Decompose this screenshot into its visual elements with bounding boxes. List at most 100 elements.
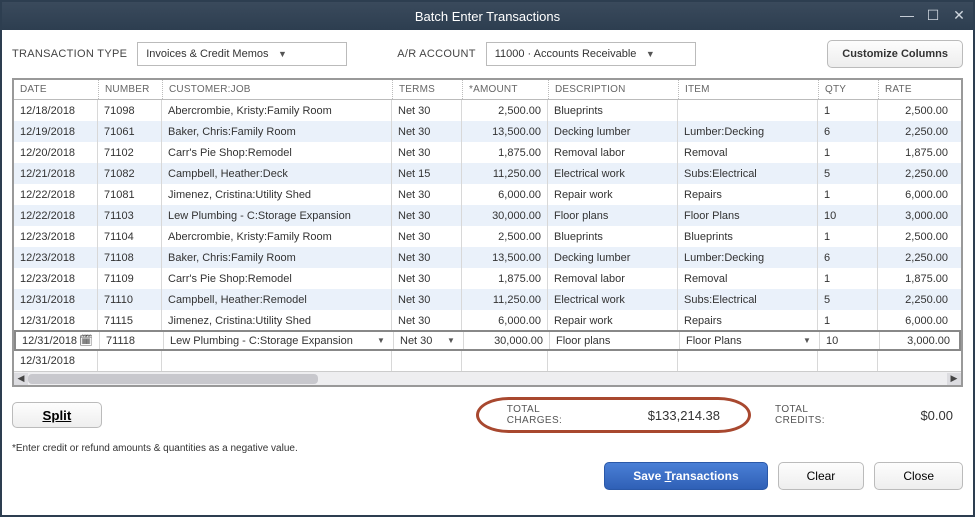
cell[interactable]: Net 15: [392, 163, 462, 184]
cell[interactable]: 1,875.00: [462, 142, 548, 163]
cell[interactable]: [392, 350, 462, 371]
transaction-type-combo[interactable]: Invoices & Credit Memos ▼: [137, 42, 347, 66]
cell[interactable]: Decking lumber: [548, 247, 678, 268]
table-row[interactable]: 12/31/2018: [14, 350, 961, 371]
table-row[interactable]: 12/23/201871109Carr's Pie Shop:RemodelNe…: [14, 268, 961, 289]
table-row[interactable]: 12/31/2018🗓71118Lew Plumbing - C:Storage…: [14, 330, 961, 351]
cell[interactable]: 71118: [100, 332, 164, 349]
calendar-icon[interactable]: 🗓: [79, 334, 93, 347]
cell[interactable]: Electrical work: [548, 289, 678, 310]
col-header-date[interactable]: DATE: [14, 80, 98, 99]
cell[interactable]: Carr's Pie Shop:Remodel: [162, 268, 392, 289]
cell[interactable]: [678, 350, 818, 371]
cell[interactable]: 12/31/2018: [14, 289, 98, 310]
cell[interactable]: 1: [818, 226, 878, 247]
cell[interactable]: Removal labor: [548, 268, 678, 289]
chevron-down-icon[interactable]: ▼: [445, 336, 457, 345]
cell[interactable]: Jimenez, Cristina:Utility Shed: [162, 310, 392, 331]
cell[interactable]: Lew Plumbing - C:Storage Expansion: [162, 205, 392, 226]
table-row[interactable]: 12/31/201871110Campbell, Heather:Remodel…: [14, 289, 961, 310]
cell[interactable]: Repairs: [678, 184, 818, 205]
cell[interactable]: Floor Plans▼: [680, 332, 820, 349]
item-field[interactable]: Floor Plans: [686, 335, 801, 347]
cell[interactable]: 71104: [98, 226, 162, 247]
cell[interactable]: Net 30: [392, 205, 462, 226]
cell[interactable]: 71110: [98, 289, 162, 310]
cell[interactable]: 2,500.00: [878, 100, 954, 121]
cell[interactable]: 6,000.00: [462, 184, 548, 205]
cell[interactable]: 12/19/2018: [14, 121, 98, 142]
cell[interactable]: 30,000.00: [462, 205, 548, 226]
cell[interactable]: Electrical work: [548, 163, 678, 184]
clear-button[interactable]: Clear: [778, 462, 865, 490]
horizontal-scrollbar[interactable]: ◀ ▶: [14, 371, 961, 385]
cell[interactable]: Removal: [678, 142, 818, 163]
cell[interactable]: 12/23/2018: [14, 268, 98, 289]
col-header-description[interactable]: DESCRIPTION: [548, 80, 678, 99]
cell[interactable]: Baker, Chris:Family Room: [162, 121, 392, 142]
cell[interactable]: 30,000.00: [464, 332, 550, 349]
cell[interactable]: Subs:Electrical: [678, 289, 818, 310]
cell[interactable]: Removal: [678, 268, 818, 289]
cell[interactable]: Net 30: [392, 100, 462, 121]
chevron-down-icon[interactable]: ▼: [375, 336, 387, 345]
date-field[interactable]: 12/31/2018: [22, 335, 79, 347]
cell[interactable]: 12/20/2018: [14, 142, 98, 163]
cell[interactable]: 71102: [98, 142, 162, 163]
table-row[interactable]: 12/22/201871081Jimenez, Cristina:Utility…: [14, 184, 961, 205]
cell[interactable]: Blueprints: [548, 100, 678, 121]
cell[interactable]: 1,875.00: [462, 268, 548, 289]
cell[interactable]: 12/31/2018: [14, 350, 98, 371]
cell[interactable]: Baker, Chris:Family Room: [162, 247, 392, 268]
close-button[interactable]: Close: [874, 462, 963, 490]
scroll-thumb[interactable]: [28, 374, 318, 384]
table-row[interactable]: 12/31/201871115Jimenez, Cristina:Utility…: [14, 310, 961, 331]
cell[interactable]: Net 30: [392, 121, 462, 142]
cell[interactable]: 2,250.00: [878, 121, 954, 142]
cell[interactable]: [462, 350, 548, 371]
table-row[interactable]: 12/21/201871082Campbell, Heather:DeckNet…: [14, 163, 961, 184]
cell[interactable]: Removal labor: [548, 142, 678, 163]
cell[interactable]: 2,500.00: [878, 226, 954, 247]
cell[interactable]: 12/23/2018: [14, 247, 98, 268]
cell[interactable]: 12/23/2018: [14, 226, 98, 247]
split-button[interactable]: Split: [12, 402, 102, 428]
cell[interactable]: 13,500.00: [462, 247, 548, 268]
cell[interactable]: Blueprints: [678, 226, 818, 247]
cell[interactable]: 1: [818, 310, 878, 331]
cell[interactable]: Abercrombie, Kristy:Family Room: [162, 100, 392, 121]
cell[interactable]: Net 30: [392, 268, 462, 289]
cell[interactable]: Floor plans: [550, 332, 680, 349]
chevron-down-icon[interactable]: ▼: [801, 336, 813, 345]
table-row[interactable]: 12/23/201871108Baker, Chris:Family RoomN…: [14, 247, 961, 268]
cell[interactable]: 3,000.00: [878, 205, 954, 226]
cell[interactable]: 71082: [98, 163, 162, 184]
cell[interactable]: 1: [818, 100, 878, 121]
save-transactions-button[interactable]: Save Transactions: [604, 462, 767, 490]
cell[interactable]: 11,250.00: [462, 289, 548, 310]
cell[interactable]: 12/21/2018: [14, 163, 98, 184]
col-header-terms[interactable]: TERMS: [392, 80, 462, 99]
table-row[interactable]: 12/23/201871104Abercrombie, Kristy:Famil…: [14, 226, 961, 247]
cell[interactable]: 71103: [98, 205, 162, 226]
scroll-track[interactable]: [28, 374, 947, 384]
cell[interactable]: 2,250.00: [878, 163, 954, 184]
cell[interactable]: Net 30▼: [394, 332, 464, 349]
cell[interactable]: Repairs: [678, 310, 818, 331]
cell[interactable]: Floor Plans: [678, 205, 818, 226]
cell[interactable]: Lew Plumbing - C:Storage Expansion▼: [164, 332, 394, 349]
cell[interactable]: 71061: [98, 121, 162, 142]
col-header-qty[interactable]: QTY: [818, 80, 878, 99]
cell[interactable]: 2,500.00: [462, 100, 548, 121]
cell[interactable]: Net 30: [392, 310, 462, 331]
cell[interactable]: Net 30: [392, 184, 462, 205]
cell[interactable]: 12/18/2018: [14, 100, 98, 121]
col-header-item[interactable]: ITEM: [678, 80, 818, 99]
cell[interactable]: [878, 350, 954, 371]
col-header-customer[interactable]: CUSTOMER:JOB: [162, 80, 392, 99]
cell[interactable]: 1,875.00: [878, 142, 954, 163]
cell[interactable]: 10: [820, 332, 880, 349]
cell[interactable]: 12/31/2018🗓: [16, 332, 100, 349]
cell[interactable]: Repair work: [548, 310, 678, 331]
table-row[interactable]: 12/20/201871102Carr's Pie Shop:RemodelNe…: [14, 142, 961, 163]
